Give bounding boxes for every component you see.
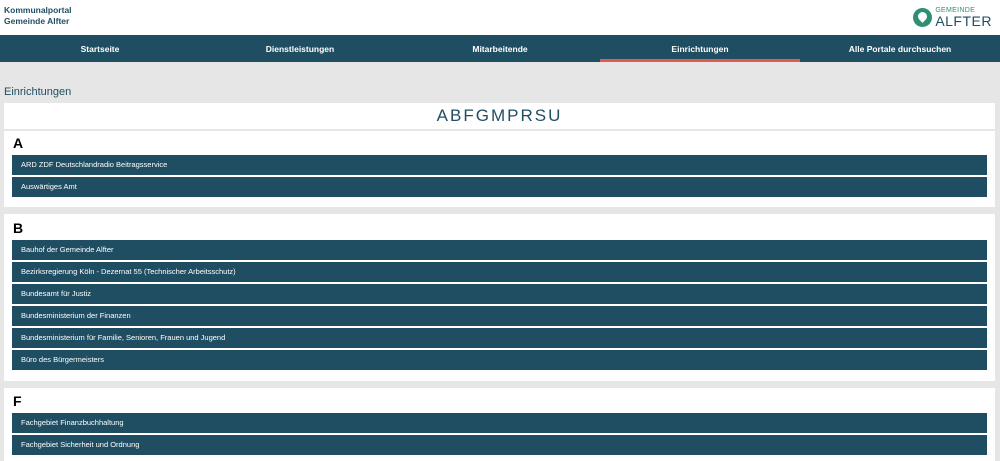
section-heading: B bbox=[13, 220, 24, 236]
breadcrumb: Einrichtungen bbox=[4, 86, 72, 98]
section-heading: F bbox=[13, 393, 22, 409]
alphabet-letter-f[interactable]: F bbox=[463, 106, 475, 126]
nav-item-startseite[interactable]: Startseite bbox=[0, 35, 200, 62]
alphabet-letter-m[interactable]: M bbox=[491, 106, 507, 126]
alphabet-letter-r[interactable]: R bbox=[520, 106, 534, 126]
portal-title-line2: Gemeinde Alfter bbox=[4, 16, 70, 26]
section-f: F Fachgebiet Finanzbuchhaltung Fachgebie… bbox=[4, 388, 995, 461]
alphabet-index: A B F G M P R S U bbox=[4, 103, 995, 129]
section-b: B Bauhof der Gemeinde Alfter Bezirksregi… bbox=[4, 214, 995, 381]
alphabet-letter-u[interactable]: U bbox=[548, 106, 562, 126]
section-a: A ARD ZDF Deutschlandradio Beitragsservi… bbox=[4, 131, 995, 207]
list-item[interactable]: Bundesministerium der Finanzen bbox=[12, 306, 987, 326]
list-item[interactable]: Auswärtiges Amt bbox=[12, 177, 987, 197]
portal-title-line1: Kommunalportal bbox=[4, 5, 72, 15]
leaf-logo-icon bbox=[913, 7, 933, 27]
gemeinde-alfter-logo[interactable]: GEMEINDE ALFTER bbox=[913, 5, 992, 29]
list-item[interactable]: Bezirksregierung Köln - Dezernat 55 (Tec… bbox=[12, 262, 987, 282]
nav-item-einrichtungen[interactable]: Einrichtungen bbox=[600, 35, 800, 62]
alphabet-letter-b[interactable]: B bbox=[450, 106, 463, 126]
list-item[interactable]: Bauhof der Gemeinde Alfter bbox=[12, 240, 987, 260]
logo-big-text: ALFTER bbox=[935, 13, 992, 29]
list-item[interactable]: ARD ZDF Deutschlandradio Beitragsservice bbox=[12, 155, 987, 175]
list-item[interactable]: Büro des Bürgermeisters bbox=[12, 350, 987, 370]
portal-title[interactable]: Kommunalportal Gemeinde Alfter bbox=[4, 5, 72, 27]
nav-item-alle-portale[interactable]: Alle Portale durchsuchen bbox=[800, 35, 1000, 62]
main-navigation: Startseite Dienstleistungen Mitarbeitend… bbox=[0, 35, 1000, 62]
list-item[interactable]: Fachgebiet Sicherheit und Ordnung bbox=[12, 435, 987, 455]
nav-item-mitarbeitende[interactable]: Mitarbeitende bbox=[400, 35, 600, 62]
section-heading: A bbox=[13, 135, 24, 151]
logo-wordmark: GEMEINDE ALFTER bbox=[935, 6, 992, 28]
list-item[interactable]: Fachgebiet Finanzbuchhaltung bbox=[12, 413, 987, 433]
alphabet-letter-g[interactable]: G bbox=[476, 106, 491, 126]
nav-item-dienstleistungen[interactable]: Dienstleistungen bbox=[200, 35, 400, 62]
list-item[interactable]: Bundesministerium für Familie, Senioren,… bbox=[12, 328, 987, 348]
alphabet-letter-p[interactable]: P bbox=[507, 106, 520, 126]
top-header: Kommunalportal Gemeinde Alfter GEMEINDE … bbox=[0, 0, 1000, 35]
list-item[interactable]: Bundesamt für Justiz bbox=[12, 284, 987, 304]
alphabet-letter-a[interactable]: A bbox=[437, 106, 450, 126]
alphabet-letter-s[interactable]: S bbox=[535, 106, 548, 126]
